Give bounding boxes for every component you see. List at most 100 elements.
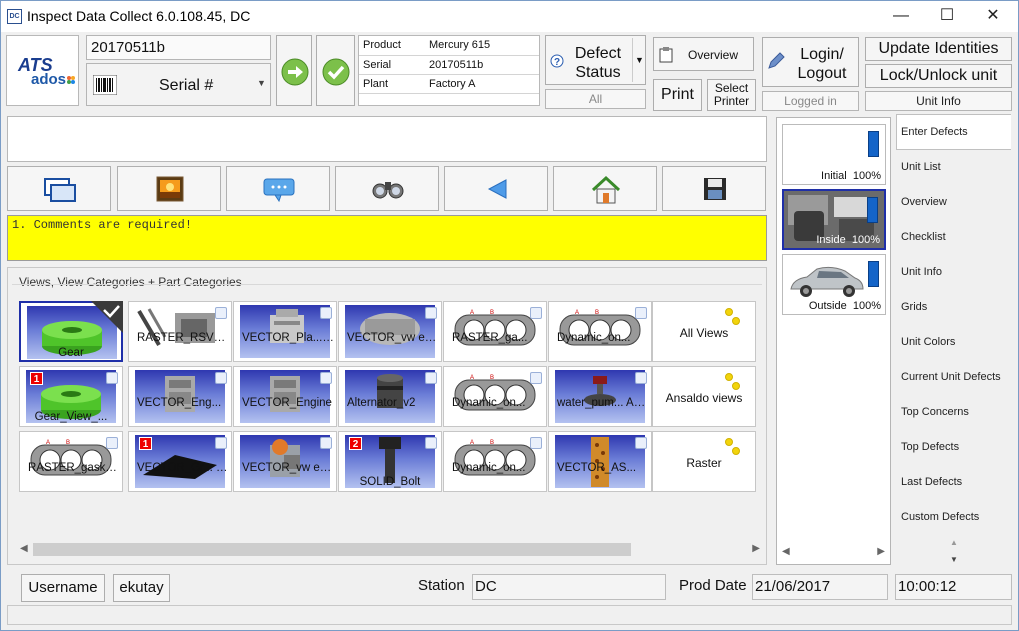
go-button[interactable] <box>276 35 312 106</box>
tab-overview[interactable]: Overview <box>901 196 947 208</box>
tab-last-defects[interactable]: Last Defects <box>901 476 962 488</box>
message-area: 1. Comments are required! <box>7 215 767 261</box>
select-checkbox[interactable] <box>530 372 542 384</box>
select-checkbox[interactable] <box>635 437 647 449</box>
tab-scroll-up-icon[interactable]: ▲ <box>950 538 958 547</box>
view-thumbnail[interactable]: water_pum... ASSEMBLY <box>548 366 652 427</box>
print-button[interactable]: Print <box>653 79 702 111</box>
minimize-button[interactable]: — <box>878 1 924 32</box>
select-checkbox[interactable] <box>425 372 437 384</box>
select-checkbox[interactable] <box>530 437 542 449</box>
serial-input[interactable]: 20170511b <box>86 35 271 60</box>
select-checkbox[interactable] <box>425 437 437 449</box>
scroll-right-icon[interactable]: ▶ <box>877 546 885 557</box>
view-thumbnail[interactable]: Gear <box>19 301 123 362</box>
tab-unit-list[interactable]: Unit List <box>901 161 941 173</box>
select-checkbox[interactable] <box>530 307 542 319</box>
view-thumbnail[interactable]: VECTOR_Eng... <box>128 366 232 427</box>
select-checkbox[interactable] <box>106 437 118 449</box>
view-thumbnail[interactable]: VECTOR_Pla... gearbox <box>233 301 337 362</box>
view-thumbnail[interactable]: VECTOR_AS... <box>548 431 652 492</box>
category-raster[interactable]: Raster <box>652 431 756 492</box>
view-thumbnail[interactable]: Alternator_v2 <box>338 366 442 427</box>
select-checkbox[interactable] <box>215 372 227 384</box>
select-checkbox[interactable] <box>320 437 332 449</box>
defect-count-badge: 1 <box>139 437 152 450</box>
station-field: DC <box>472 574 666 600</box>
comment-panel[interactable] <box>7 116 767 162</box>
tab-unit-colors[interactable]: Unit Colors <box>901 336 955 348</box>
tab-top-defects[interactable]: Top Defects <box>901 441 959 453</box>
select-checkbox[interactable] <box>215 307 227 319</box>
select-checkbox[interactable] <box>106 372 118 384</box>
confirm-button[interactable] <box>316 35 355 106</box>
home-button[interactable] <box>553 166 657 211</box>
svg-text:A: A <box>46 440 50 446</box>
category-ansaldo-views[interactable]: Ansaldo views <box>652 366 756 427</box>
comment-button[interactable] <box>226 166 330 211</box>
view-thumbnail[interactable]: 1 Gear_View_... <box>19 366 123 427</box>
select-checkbox[interactable] <box>425 307 437 319</box>
logo-bottom-text: ados <box>31 71 66 88</box>
view-thumbnail[interactable]: A B RASTER_ga... <box>443 301 547 362</box>
image-button[interactable] <box>117 166 221 211</box>
tab-grids[interactable]: Grids <box>901 301 927 313</box>
tab-current-unit-defects[interactable]: Current Unit Defects <box>901 371 1001 383</box>
save-button[interactable] <box>662 166 766 211</box>
view-thumbnail[interactable]: RASTER_RSVR engine <box>128 301 232 362</box>
update-identities-button[interactable]: Update Identities <box>865 37 1012 61</box>
view-thumbnail-label: VECTOR_Engine <box>242 397 332 409</box>
maximize-button[interactable]: ☐ <box>924 1 970 32</box>
view-outside[interactable]: Outside 100% <box>782 254 886 315</box>
lock-unlock-button[interactable]: Lock/Unlock unit <box>865 64 1012 88</box>
view-thumbnail[interactable]: VECTOR_vw engine.STEP <box>338 301 442 362</box>
tab-top-concerns[interactable]: Top Concerns <box>901 406 969 418</box>
view-list-scrollbar[interactable]: ◀ ▶ <box>780 544 887 561</box>
view-thumbnail[interactable]: A B Dynamic_on... <box>548 301 652 362</box>
scroll-left-icon[interactable]: ◀ <box>20 543 28 554</box>
tab-enter-defects[interactable]: Enter Defects <box>901 126 968 138</box>
tab-checklist[interactable]: Checklist <box>901 231 946 243</box>
select-checkbox[interactable] <box>215 437 227 449</box>
select-printer-button[interactable]: Select Printer <box>707 79 756 111</box>
info-key: Plant <box>359 74 425 94</box>
select-checkbox[interactable] <box>320 372 332 384</box>
barcode-icon <box>93 75 117 95</box>
tab-scroll-down-icon[interactable]: ▼ <box>950 555 958 564</box>
scrollbar-thumb[interactable] <box>33 543 631 556</box>
view-label: Initial 100% <box>821 170 881 182</box>
view-thumbnail[interactable]: VECTOR_vw engine.SLDASM <box>233 431 337 492</box>
back-button[interactable] <box>444 166 548 211</box>
windows-button[interactable] <box>7 166 111 211</box>
overview-button[interactable]: Overview <box>653 37 754 71</box>
category-all-views[interactable]: All Views <box>652 301 756 362</box>
view-initial[interactable]: Initial 100% <box>782 124 886 185</box>
view-thumbnail[interactable]: 1 VECTOR_Gr... Launcher <box>128 431 232 492</box>
tab-unit-info[interactable]: Unit Info <box>901 266 942 278</box>
svg-text:A: A <box>470 440 474 446</box>
select-checkbox[interactable] <box>635 307 647 319</box>
view-thumbnail-label: Gear <box>58 347 84 359</box>
arrow-left-icon <box>487 179 507 199</box>
views-scrollbar[interactable]: ◀ ▶ <box>18 541 762 558</box>
scroll-right-icon[interactable]: ▶ <box>752 543 760 554</box>
select-checkbox[interactable] <box>635 372 647 384</box>
serial-type-select[interactable]: Serial # ▼ <box>86 63 271 106</box>
login-logout-button[interactable]: Login/ Logout <box>762 37 859 87</box>
svg-text:A: A <box>575 310 579 316</box>
tab-custom-defects[interactable]: Custom Defects <box>901 511 979 523</box>
select-checkbox[interactable] <box>320 307 332 319</box>
search-button[interactable] <box>335 166 439 211</box>
defect-status-button[interactable]: ? Defect Status ▼ <box>545 35 646 85</box>
view-thumbnail[interactable]: A B Dynamic_on... <box>443 431 547 492</box>
close-button[interactable]: ✕ <box>970 1 1016 32</box>
view-thumbnail[interactable]: VECTOR_Engine <box>233 366 337 427</box>
view-thumbnail[interactable]: A B RASTER_gasket AB <box>19 431 123 492</box>
view-thumbnail[interactable]: A B Dynamic_on... <box>443 366 547 427</box>
unit-info-table: Product Mercury 615 Serial 20170511b Plant… <box>358 35 540 106</box>
view-inside[interactable]: Inside 100% <box>782 189 886 250</box>
defect-status-filter[interactable]: All <box>545 89 646 109</box>
scroll-left-icon[interactable]: ◀ <box>782 546 790 557</box>
view-thumbnail[interactable]: 2 SOLID_Bolt <box>338 431 442 492</box>
unit-info-field[interactable]: Unit Info <box>865 91 1012 111</box>
